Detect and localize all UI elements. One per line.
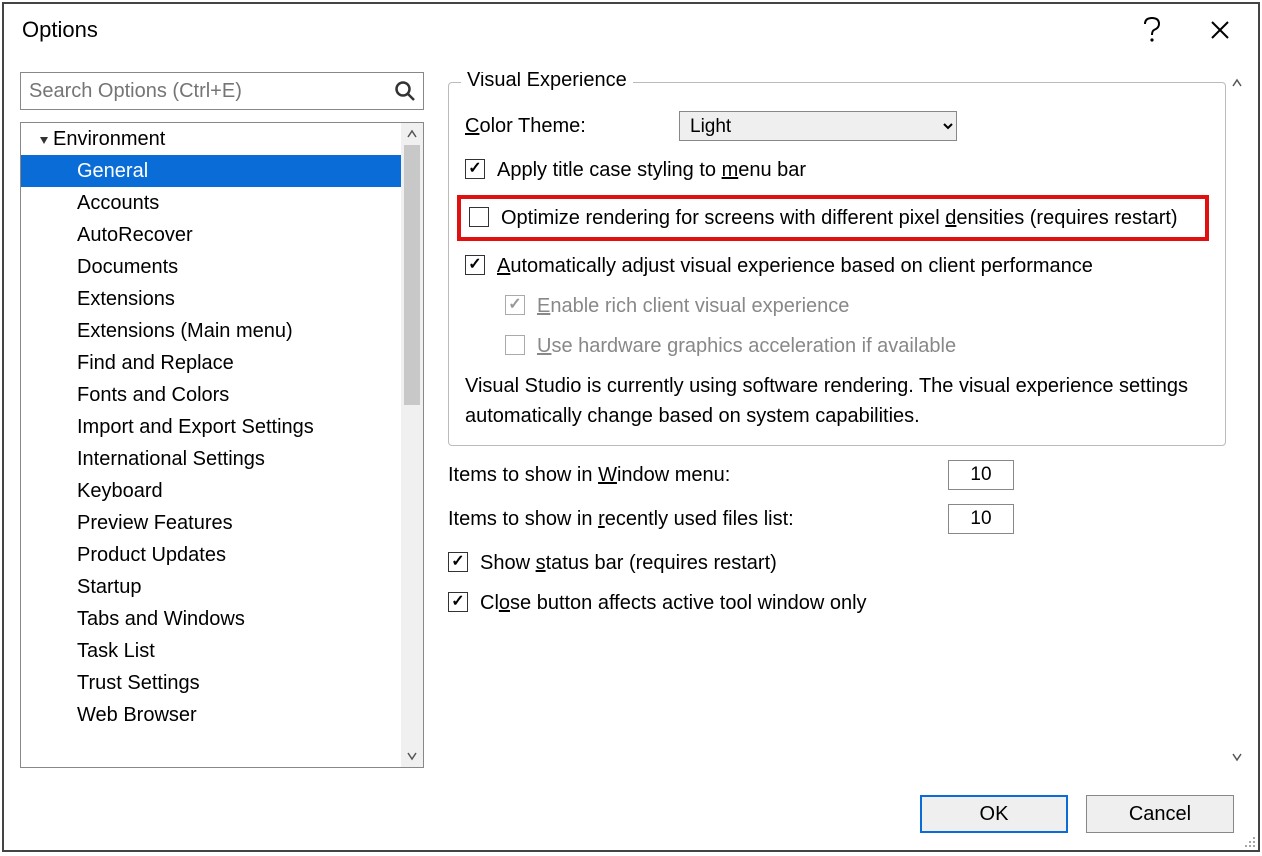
category-tree[interactable]: Environment GeneralAccountsAutoRecoverDo… xyxy=(20,122,424,768)
checkbox-icon xyxy=(448,592,468,612)
tree-item-startup[interactable]: Startup xyxy=(21,571,401,603)
highlight-box: Optimize rendering for screens with diff… xyxy=(457,195,1209,241)
tree-item-product-updates[interactable]: Product Updates xyxy=(21,539,401,571)
tree-item-documents[interactable]: Documents xyxy=(21,251,401,283)
checkbox-icon xyxy=(465,159,485,179)
tree-scrollbar[interactable] xyxy=(401,123,423,767)
color-theme-select[interactable]: Light xyxy=(679,111,957,141)
chk-hardware-accel: Use hardware graphics acceleration if av… xyxy=(505,331,1209,361)
tree-item-preview-features[interactable]: Preview Features xyxy=(21,507,401,539)
close-button[interactable] xyxy=(1200,10,1240,50)
visual-experience-group: Visual Experience Color Theme: Light App… xyxy=(448,82,1226,446)
close-icon xyxy=(1210,20,1230,40)
cancel-button[interactable]: Cancel xyxy=(1086,795,1234,833)
checkbox-icon xyxy=(505,335,525,355)
window-title: Options xyxy=(22,17,1104,43)
tree-item-international-settings[interactable]: International Settings xyxy=(21,443,401,475)
tree-item-autorecover[interactable]: AutoRecover xyxy=(21,219,401,251)
chk-title-case[interactable]: Apply title case styling to menu bar xyxy=(465,155,1209,185)
window-menu-input[interactable] xyxy=(948,460,1014,490)
resize-grip-icon[interactable] xyxy=(1242,834,1256,848)
checkbox-icon xyxy=(469,207,489,227)
tree-item-tabs-and-windows[interactable]: Tabs and Windows xyxy=(21,603,401,635)
dialog-footer: OK Cancel xyxy=(4,778,1258,850)
search-box[interactable] xyxy=(20,72,424,110)
chk-status-bar[interactable]: Show status bar (requires restart) xyxy=(448,548,1226,578)
window-menu-label: Items to show in Window menu: xyxy=(448,464,948,487)
tree-item-keyboard[interactable]: Keyboard xyxy=(21,475,401,507)
scroll-up-icon[interactable] xyxy=(401,123,423,145)
titlebar: Options xyxy=(4,4,1258,56)
tree-item-accounts[interactable]: Accounts xyxy=(21,187,401,219)
caret-down-icon xyxy=(39,128,49,151)
tree-item-task-list[interactable]: Task List xyxy=(21,635,401,667)
tree-root-environment[interactable]: Environment xyxy=(21,123,401,155)
chk-close-button-tool-window[interactable]: Close button affects active tool window … xyxy=(448,588,1226,618)
scroll-down-icon[interactable] xyxy=(1226,746,1248,768)
recent-files-input[interactable] xyxy=(948,504,1014,534)
tree-item-import-and-export-settings[interactable]: Import and Export Settings xyxy=(21,411,401,443)
tree-item-web-browser[interactable]: Web Browser xyxy=(21,699,401,731)
chk-rich-client: Enable rich client visual experience xyxy=(505,291,1209,321)
help-button[interactable] xyxy=(1132,10,1172,50)
tree-item-fonts-and-colors[interactable]: Fonts and Colors xyxy=(21,379,401,411)
tree-item-general[interactable]: General xyxy=(21,155,401,187)
scroll-down-icon[interactable] xyxy=(401,745,423,767)
chk-auto-adjust[interactable]: Automatically adjust visual experience b… xyxy=(465,251,1209,281)
ok-button[interactable]: OK xyxy=(920,795,1068,833)
checkbox-icon xyxy=(465,255,485,275)
tree-item-extensions-main-menu-[interactable]: Extensions (Main menu) xyxy=(21,315,401,347)
checkbox-icon xyxy=(505,295,525,315)
options-dialog: Options Environment xyxy=(2,2,1260,852)
content-scrollbar[interactable] xyxy=(1226,72,1248,768)
color-theme-label: Color Theme: xyxy=(465,115,679,138)
help-icon xyxy=(1143,17,1161,43)
rendering-info-text: Visual Studio is currently using softwar… xyxy=(465,371,1209,431)
tree-item-extensions[interactable]: Extensions xyxy=(21,283,401,315)
group-legend: Visual Experience xyxy=(461,72,633,92)
checkbox-icon xyxy=(448,552,468,572)
tree-item-find-and-replace[interactable]: Find and Replace xyxy=(21,347,401,379)
scroll-up-icon[interactable] xyxy=(1226,72,1248,94)
search-icon xyxy=(391,77,419,105)
chk-optimize-rendering[interactable]: Optimize rendering for screens with diff… xyxy=(469,203,1197,233)
tree-item-trust-settings[interactable]: Trust Settings xyxy=(21,667,401,699)
recent-files-label: Items to show in recently used files lis… xyxy=(448,508,948,531)
scroll-thumb[interactable] xyxy=(404,145,420,405)
search-input[interactable] xyxy=(29,80,391,103)
